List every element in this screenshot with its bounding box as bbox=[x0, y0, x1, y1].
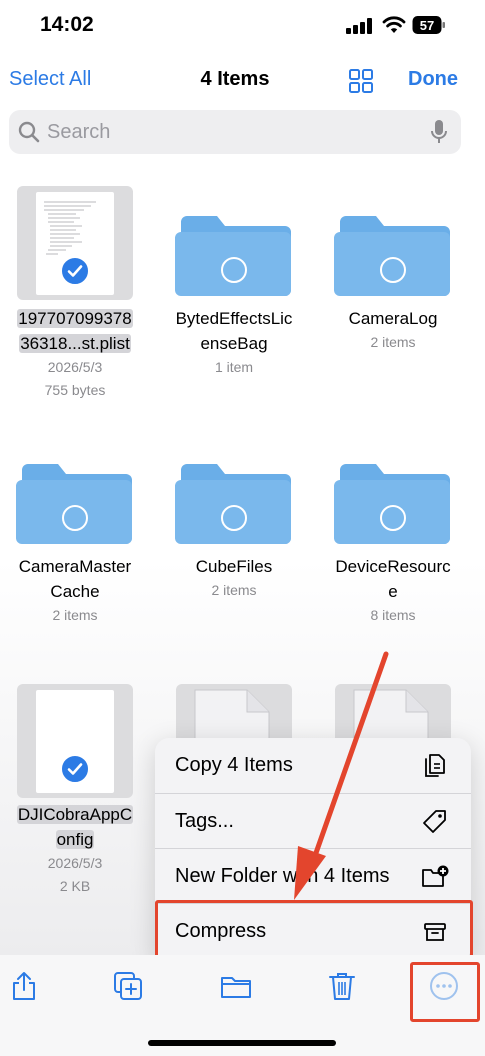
folder-icon bbox=[334, 216, 450, 296]
select-all-button[interactable]: Select All bbox=[9, 68, 91, 91]
status-time: 14:02 bbox=[40, 13, 94, 36]
microphone-icon[interactable] bbox=[429, 119, 449, 145]
item-count: 2 items bbox=[370, 334, 416, 350]
folder-icon bbox=[334, 464, 450, 544]
annotation-highlight-more bbox=[410, 962, 480, 1022]
folder-icon bbox=[175, 216, 291, 296]
item-count: 2 items bbox=[52, 607, 98, 623]
item-name: CameraMaster Cache bbox=[18, 557, 132, 601]
wifi-icon bbox=[382, 16, 406, 33]
folder-icon[interactable] bbox=[220, 970, 252, 1002]
file-thumbnail bbox=[0, 684, 150, 799]
selected-check-icon bbox=[60, 256, 90, 286]
grid-icon[interactable] bbox=[348, 68, 374, 94]
selected-check-icon bbox=[60, 754, 90, 784]
folder-icon bbox=[16, 464, 132, 544]
share-icon[interactable] bbox=[8, 970, 40, 1002]
item-count: 8 items bbox=[370, 607, 416, 623]
new-folder-icon bbox=[422, 865, 449, 887]
search-bar[interactable] bbox=[9, 110, 461, 154]
file-thumbnail bbox=[0, 186, 150, 301]
item-date: 2026/5/3 bbox=[47, 855, 103, 871]
battery-level: 57 bbox=[420, 18, 434, 33]
trash-icon[interactable] bbox=[326, 970, 358, 1002]
item-size: 2 KB bbox=[59, 878, 91, 894]
item-name: 197707099378 36318...st.plist bbox=[17, 309, 133, 353]
item-name: CameraLog bbox=[348, 309, 438, 328]
tag-icon bbox=[423, 810, 446, 833]
annotation-highlight-compress bbox=[155, 900, 473, 960]
menu-item-label: Copy 4 Items bbox=[175, 754, 293, 776]
item-name: DJICobraAppC onfig bbox=[16, 805, 134, 849]
search-icon bbox=[18, 121, 40, 143]
copy-icon bbox=[425, 754, 445, 777]
home-indicator bbox=[148, 1040, 336, 1046]
annotation-arrow bbox=[294, 651, 389, 900]
battery-icon: 57 bbox=[412, 16, 445, 34]
item-name: BytedEffectsLic enseBag bbox=[175, 309, 293, 353]
item-count: 1 item bbox=[214, 359, 254, 375]
search-input[interactable] bbox=[47, 118, 407, 146]
signal-icon bbox=[346, 18, 374, 34]
folder-icon bbox=[175, 464, 291, 544]
item-date: 2026/5/3 bbox=[47, 359, 103, 375]
item-name: DeviceResourc e bbox=[335, 557, 451, 601]
done-button[interactable]: Done bbox=[408, 68, 458, 91]
item-size: 755 bytes bbox=[44, 382, 106, 398]
page-title: 4 Items bbox=[200, 68, 270, 90]
item-count: 2 items bbox=[211, 582, 257, 598]
menu-item-label: Tags... bbox=[175, 810, 234, 832]
item-name: CubeFiles bbox=[195, 557, 273, 576]
duplicate-icon[interactable] bbox=[112, 970, 144, 1002]
